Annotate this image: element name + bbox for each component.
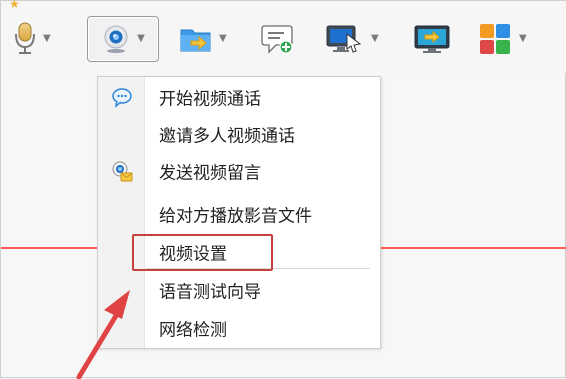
- pointer-arrow-annotation: [76, 290, 130, 379]
- screenshot-frame: ★ ▼ ▼ ▼ ▼ ▼ 开始视频通话 邀请多人视频通话 发送视频留言 给对方播放…: [0, 0, 566, 379]
